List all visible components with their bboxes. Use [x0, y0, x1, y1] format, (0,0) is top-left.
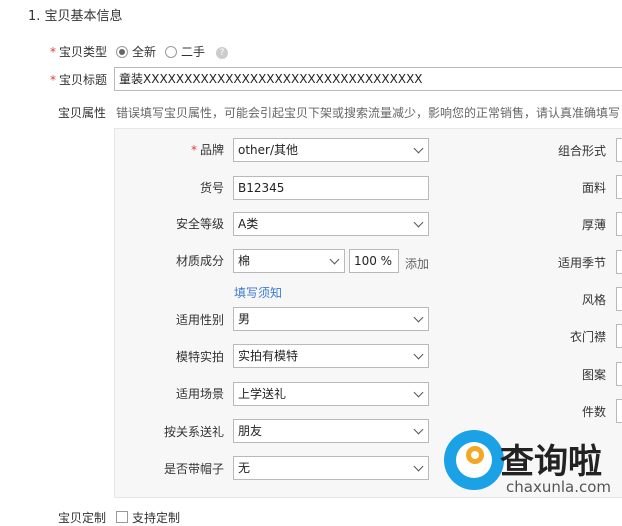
gender-select[interactable]: 男 [233, 307, 429, 331]
customize-label: 宝贝定制 [58, 511, 107, 525]
model-select[interactable]: 实拍有模特 [233, 344, 429, 368]
material-percent-input[interactable]: 100 % [349, 249, 399, 273]
fill-notice-link[interactable]: 填写须知 [234, 284, 282, 301]
chevron-down-icon [329, 254, 340, 265]
season-select[interactable] [616, 250, 622, 274]
season-label: 适用季节 [557, 256, 606, 270]
scene-select[interactable]: 上学送礼 [233, 382, 429, 406]
chevron-down-icon [413, 461, 424, 472]
watermark-brand: 查询啦 [500, 442, 602, 482]
fabric-select[interactable] [616, 175, 622, 199]
placket-label: 衣门襟 [569, 330, 606, 344]
help-icon[interactable]: ? [216, 43, 228, 59]
chevron-down-icon [413, 312, 424, 323]
material-label: 材质成分 [175, 254, 224, 268]
attr-warning-text: 错误填写宝贝属性，可能会引起宝贝下架或搜索流量减少，影响您的正常销售，请认真准确… [116, 106, 622, 120]
watermark-magnifier-icon [466, 446, 484, 464]
thickness-select[interactable] [616, 212, 622, 236]
pieces-input[interactable] [616, 399, 622, 423]
customize-checkbox-label: 支持定制 [132, 511, 181, 525]
chevron-down-icon [413, 217, 424, 228]
placket-select[interactable] [616, 324, 622, 348]
relation-label: 按关系送礼 [163, 425, 224, 439]
section-title: 1. 宝贝基本信息 [28, 9, 123, 24]
material-select[interactable]: 棉 [233, 249, 345, 273]
safety-select[interactable]: A类 [233, 212, 429, 236]
customize-checkbox[interactable]: 支持定制 [116, 509, 180, 526]
chevron-down-icon [413, 387, 424, 398]
brand-select[interactable]: other/其他 [233, 138, 429, 162]
relation-select[interactable]: 朋友 [233, 419, 429, 443]
add-material-link[interactable]: 添加 [405, 255, 429, 272]
chevron-down-icon [413, 424, 424, 435]
hat-label: 是否带帽子 [163, 462, 224, 476]
gender-label: 适用性别 [175, 313, 224, 327]
radio-new-label: 全新 [132, 45, 157, 59]
radio-circle-checked [116, 46, 128, 58]
item-type-label: * 宝贝类型 [50, 45, 108, 59]
model-label: 模特实拍 [175, 350, 224, 364]
radio-used-label: 二手 [181, 45, 206, 59]
item-no-label: 货号 [199, 181, 224, 195]
chevron-down-icon [413, 349, 424, 360]
pattern-label: 图案 [581, 368, 606, 382]
pieces-label: 件数 [581, 405, 606, 419]
radio-used[interactable]: 二手 [165, 43, 205, 60]
combo-form-label: 组合形式 [557, 144, 606, 158]
item-title-input[interactable]: 童装XXXXXXXXXXXXXXXXXXXXXXXXXXXXXXXXXX [114, 67, 622, 91]
item-title-label: * 宝贝标题 [50, 73, 108, 87]
hat-select[interactable]: 无 [233, 456, 429, 480]
item-attr-label: 宝贝属性 [58, 106, 107, 120]
watermark-domain: chaxunla.com [506, 478, 611, 496]
safety-label: 安全等级 [175, 217, 224, 231]
fabric-label: 面料 [581, 181, 606, 195]
checkbox-box [116, 511, 128, 523]
chevron-down-icon [413, 143, 424, 154]
thickness-label: 厚薄 [581, 218, 606, 232]
brand-label: * 品牌 [190, 143, 224, 157]
item-no-input[interactable]: B12345 [233, 176, 429, 200]
pattern-select[interactable] [616, 362, 622, 386]
radio-new[interactable]: 全新 [116, 43, 156, 60]
radio-circle [165, 46, 177, 58]
combo-form-select[interactable] [616, 138, 622, 162]
style-select[interactable] [616, 287, 622, 311]
style-label: 风格 [581, 293, 606, 307]
scene-label: 适用场景 [175, 387, 224, 401]
